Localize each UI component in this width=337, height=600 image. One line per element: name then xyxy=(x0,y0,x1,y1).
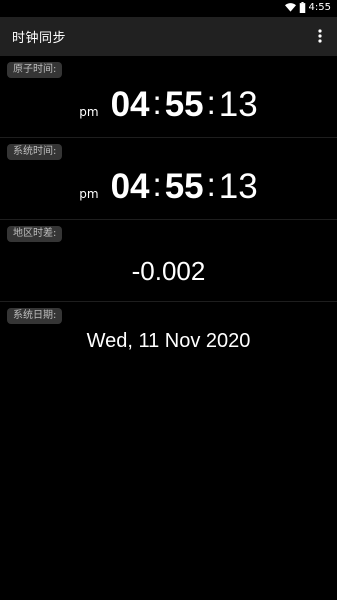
time-offset-section: 地区时差: -0.002 xyxy=(0,220,337,302)
system-date-section: 系统日期: Wed, 11 Nov 2020 xyxy=(0,302,337,372)
atomic-time-minutes: 55 xyxy=(164,85,204,124)
atomic-time-hours: 04 xyxy=(110,85,150,124)
system-date-value: Wed, 11 Nov 2020 xyxy=(86,330,251,352)
system-time-seconds: 13 xyxy=(218,167,258,206)
more-vert-icon xyxy=(318,29,322,43)
system-time-section: 系统时间: pm 04 : 55 : 13 xyxy=(0,138,337,220)
system-time-colon: : xyxy=(152,166,162,203)
app-title: 时钟同步 xyxy=(12,31,67,46)
time-offset-value: -0.002 xyxy=(131,256,206,286)
atomic-time-section: 原子时间: pm 04 : 55 : 13 xyxy=(0,56,337,138)
atomic-time-colon: : xyxy=(152,84,162,121)
wifi-icon xyxy=(284,3,296,12)
atomic-time-label: 原子时间: xyxy=(7,62,63,78)
status-bar: 4:55 xyxy=(0,0,337,17)
system-time-ampm: pm xyxy=(79,187,99,201)
system-time-hours: 04 xyxy=(110,167,150,206)
system-time-display: pm 04 : 55 : 13 xyxy=(0,166,337,207)
time-offset-label: 地区时差: xyxy=(7,226,63,242)
system-date-label: 系统日期: xyxy=(7,308,63,324)
system-time-label: 系统时间: xyxy=(7,144,63,160)
system-time-minutes: 55 xyxy=(164,167,204,206)
system-time-colon: : xyxy=(206,166,216,203)
atomic-time-seconds: 13 xyxy=(218,85,258,124)
status-time: 4:55 xyxy=(308,2,331,13)
overflow-menu-button[interactable] xyxy=(307,23,333,49)
atomic-time-display: pm 04 : 55 : 13 xyxy=(0,84,337,125)
atomic-time-ampm: pm xyxy=(79,105,99,119)
atomic-time-colon: : xyxy=(206,84,216,121)
status-indicators: 4:55 xyxy=(284,2,331,13)
battery-icon xyxy=(299,2,305,13)
app-bar: 时钟同步 xyxy=(0,17,337,56)
